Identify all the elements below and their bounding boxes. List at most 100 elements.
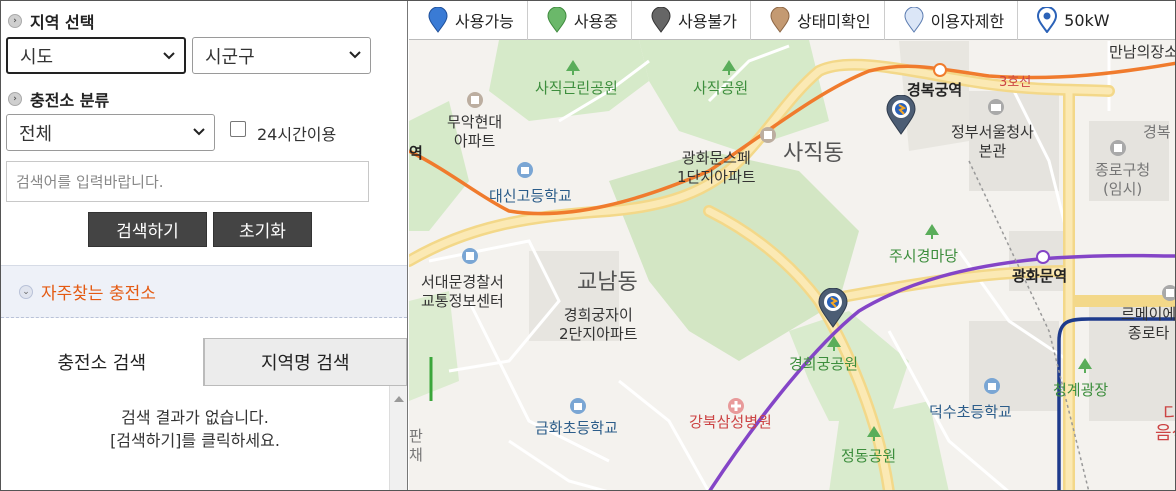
region-section-title: › 지역 선택 <box>8 9 94 33</box>
map-base <box>409 40 1175 490</box>
map-label-text: 종로구청 <box>1095 161 1151 179</box>
marker-green-icon <box>547 7 567 33</box>
marker-lightblue-icon <box>904 7 924 33</box>
category-select[interactable]: 전체 <box>6 114 215 151</box>
map-label: 대신고등학교 <box>489 187 572 205</box>
chevron-right-icon: › <box>8 14 22 28</box>
map-label-text: 경희궁자이 <box>563 306 633 324</box>
chevron-down-icon <box>163 52 175 60</box>
tab-region-search[interactable]: 지역명 검색 <box>203 338 407 386</box>
result-line-1: 검색 결과가 없습니다. <box>121 408 269 427</box>
map-label-text: 만남의장소 <box>1109 43 1176 61</box>
school-icon <box>984 378 1000 394</box>
building-icon <box>760 127 776 143</box>
school-icon <box>570 398 586 414</box>
chevron-down-icon <box>349 51 361 59</box>
tree-icon <box>722 60 736 75</box>
map-label-text: 교통정보센터 <box>421 292 504 310</box>
map-label-text: 다 <box>1155 405 1175 424</box>
result-line-2: [검색하기]를 클릭하세요. <box>110 431 280 450</box>
map-label: 덕수초등학교 <box>929 403 1012 421</box>
chevron-right-icon: › <box>8 92 22 106</box>
map-label-text: 음식 <box>1155 423 1175 444</box>
building-icon <box>1162 285 1175 301</box>
map-label: 광화문역 <box>1012 267 1068 285</box>
map-label: 다음식 <box>1155 405 1175 444</box>
government-icon <box>988 99 1004 115</box>
search-button[interactable]: 검색하기 <box>88 212 207 247</box>
scroll-up-icon[interactable] <box>394 396 404 402</box>
chevron-down-icon: ⌄ <box>19 284 33 299</box>
building-icon <box>467 92 483 108</box>
sigungu-value: 시군구 <box>205 46 255 68</box>
map-label: 역 <box>409 144 423 162</box>
chevron-down-icon <box>193 128 205 136</box>
result-message: 검색 결과가 없습니다. [검색하기]를 클릭하세요. <box>1 386 389 490</box>
tree-icon <box>827 336 841 351</box>
app-window: › 지역 선택 시도 시군구 › 충전소 분류 전체 24시간이용 검색어를 입… <box>0 0 1176 491</box>
map-label: 서대문경찰서 교통정보센터 <box>421 273 504 311</box>
search-input[interactable]: 검색어를 입력바랍니다. <box>6 161 369 202</box>
24h-label: 24시간이용 <box>257 125 337 144</box>
map-label: 판채 <box>409 427 423 465</box>
map-label: 주시경마당 <box>889 247 959 265</box>
legend-unavailable: 사용불가 <box>632 1 751 40</box>
map-label-text: 2단지아파트 <box>559 325 638 343</box>
category-section-title: › 충전소 분류 <box>8 87 109 111</box>
map-label: 무악현대 아파트 <box>447 113 502 151</box>
marker-brown-icon <box>770 7 790 33</box>
map-label-text: 무악현대 <box>447 113 503 131</box>
charger-marker-available[interactable] <box>885 95 917 135</box>
sigungu-select[interactable]: 시군구 <box>192 37 371 74</box>
legend-unknown: 상태미확인 <box>751 1 885 40</box>
legend-label: 상태미확인 <box>796 12 871 31</box>
reset-button[interactable]: 초기화 <box>213 212 312 247</box>
legend-label: 이용자제한 <box>930 12 1005 31</box>
map-label: 정부서울청사 본관 <box>951 123 1034 161</box>
map-label-text: 종로타 <box>1127 324 1170 342</box>
status-legend: 사용가능 사용중 사용불가 상태미확인 이용자제한 50kW <box>409 1 1175 40</box>
map-label: 만남의장소 <box>1109 43 1176 62</box>
tree-icon <box>1078 358 1092 373</box>
legend-label: 사용중 <box>573 12 619 31</box>
24h-checkbox[interactable] <box>230 121 246 137</box>
map-view[interactable]: 사용가능 사용중 사용불가 상태미확인 이용자제한 50kW 사직근린공원 사직… <box>409 1 1176 490</box>
marker-blue-icon <box>428 7 448 33</box>
map-label: 경희궁자이 2단지아파트 <box>559 306 638 344</box>
map-label-text: 정부서울청사 <box>951 123 1034 141</box>
building-icon <box>1110 140 1126 156</box>
tree-icon <box>566 60 580 75</box>
map-label: 사직동 <box>783 141 844 166</box>
map-label-text: (임시) <box>1102 180 1143 198</box>
map-label: 청계광장 <box>1053 381 1109 399</box>
tree-icon <box>867 426 881 441</box>
charger-marker-available[interactable] <box>817 288 849 328</box>
marker-outline-icon <box>1037 7 1058 33</box>
map-label: 광화문스페 1단지아파트 <box>677 149 756 187</box>
favorites-toggle[interactable]: ⌄ 자주찾는 충전소 <box>1 265 407 318</box>
category-value: 전체 <box>19 123 53 145</box>
map-label-text: 르메이에 <box>1121 305 1176 323</box>
scrollbar[interactable] <box>389 386 407 490</box>
map-label: 금화초등학교 <box>535 419 618 437</box>
map-label: 3호선 <box>999 75 1032 90</box>
tab-station-search[interactable]: 충전소 검색 <box>1 338 204 386</box>
marker-gray-icon <box>651 7 671 33</box>
search-placeholder: 검색어를 입력바랍니다. <box>16 173 164 191</box>
legend-available: 사용가능 <box>409 1 528 40</box>
school-icon <box>517 162 533 178</box>
legend-restricted: 이용자제한 <box>885 1 1019 40</box>
search-tabs: 충전소 검색 지역명 검색 <box>1 338 407 386</box>
sido-select[interactable]: 시도 <box>6 37 186 74</box>
map-label: 정동공원 <box>841 447 897 465</box>
category-title-text: 충전소 분류 <box>30 91 110 110</box>
map-label: 종로구청 (임시) <box>1095 161 1150 199</box>
legend-label: 사용가능 <box>455 12 514 31</box>
sido-value: 시도 <box>20 46 54 68</box>
legend-label: 사용불가 <box>678 12 737 31</box>
map-label: 강북삼성병원 <box>689 413 772 431</box>
map-label: 경복궁역 <box>907 81 963 99</box>
favorites-label: 자주찾는 충전소 <box>41 284 156 304</box>
map-label: 르메이에 종로타 <box>1121 305 1176 343</box>
map-label: 사직근린공원 <box>535 79 618 97</box>
